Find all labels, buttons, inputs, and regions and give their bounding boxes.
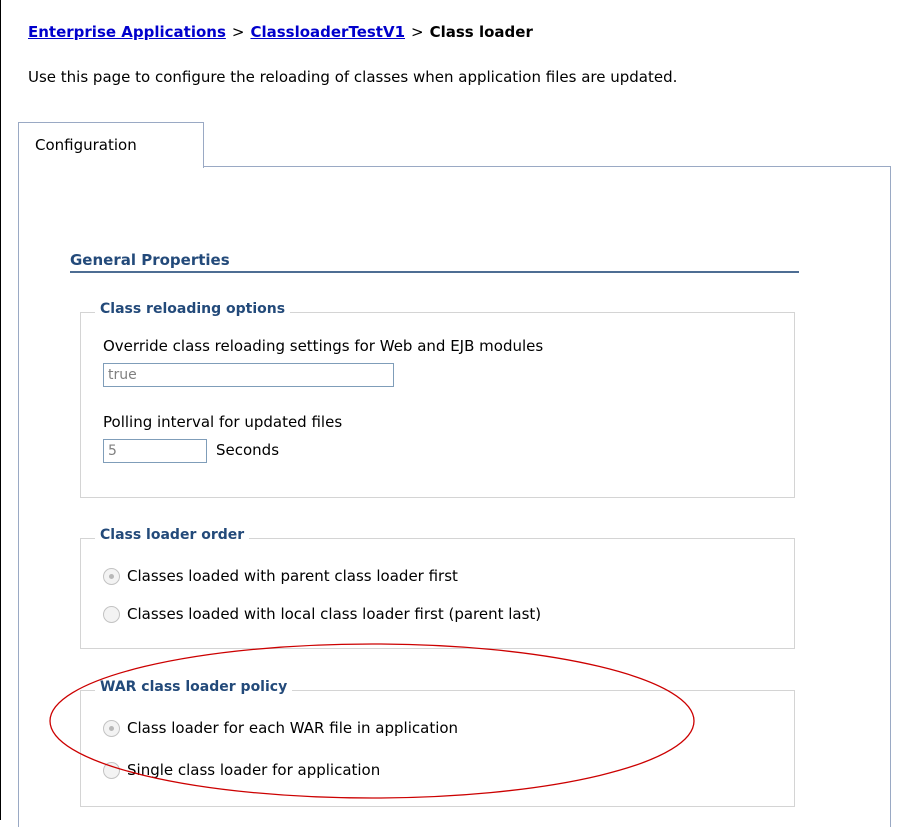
radio-parent-last-label: Classes loaded with local class loader f… xyxy=(127,605,542,623)
radio-parent-first[interactable]: Classes loaded with parent class loader … xyxy=(103,564,458,588)
breadcrumb-separator: > xyxy=(231,23,245,41)
tab-configuration-label: Configuration xyxy=(35,136,137,154)
radio-parent-last[interactable]: Classes loaded with local class loader f… xyxy=(103,602,541,626)
war-class-loader-policy-group: WAR class loader policy Class loader for… xyxy=(80,679,795,807)
polling-interval-unit: Seconds xyxy=(216,441,280,459)
radio-loader-per-war-label: Class loader for each WAR file in applic… xyxy=(127,719,459,737)
radio-button-selected[interactable] xyxy=(103,719,120,737)
breadcrumb-link-application[interactable]: ClassloaderTestV1 xyxy=(250,23,405,41)
page-description: Use this page to configure the reloading… xyxy=(28,68,678,86)
class-reloading-options-group: Class reloading options Override class r… xyxy=(80,301,795,498)
radio-button[interactable] xyxy=(103,761,120,779)
class-loader-order-legend: Class loader order xyxy=(95,527,250,543)
general-properties-heading: General Properties xyxy=(70,251,230,269)
breadcrumb-current-page: Class loader xyxy=(429,23,533,41)
general-properties-divider xyxy=(70,271,799,273)
polling-interval-label: Polling interval for updated files xyxy=(103,413,343,431)
window-left-border xyxy=(0,0,1,820)
polling-interval-field[interactable]: 5 xyxy=(103,439,207,463)
class-reloading-options-legend: Class reloading options xyxy=(95,301,291,317)
radio-single-loader-label: Single class loader for application xyxy=(127,761,381,779)
breadcrumb-separator: > xyxy=(411,23,424,41)
radio-parent-first-label: Classes loaded with parent class loader … xyxy=(127,567,458,585)
radio-loader-per-war[interactable]: Class loader for each WAR file in applic… xyxy=(103,716,458,740)
tab-configuration[interactable]: Configuration xyxy=(18,122,204,168)
radio-button-selected[interactable] xyxy=(103,567,120,585)
breadcrumb-link-enterprise-applications[interactable]: Enterprise Applications xyxy=(28,23,226,41)
radio-button[interactable] xyxy=(103,605,120,623)
radio-single-loader[interactable]: Single class loader for application xyxy=(103,758,380,782)
war-class-loader-policy-legend: WAR class loader policy xyxy=(95,679,293,695)
class-loader-order-group: Class loader order Classes loaded with p… xyxy=(80,527,795,649)
breadcrumb: Enterprise Applications > ClassloaderTestV… xyxy=(28,23,533,41)
override-reloading-field[interactable]: true xyxy=(103,363,394,387)
override-reloading-label: Override class reloading settings for We… xyxy=(103,337,544,355)
